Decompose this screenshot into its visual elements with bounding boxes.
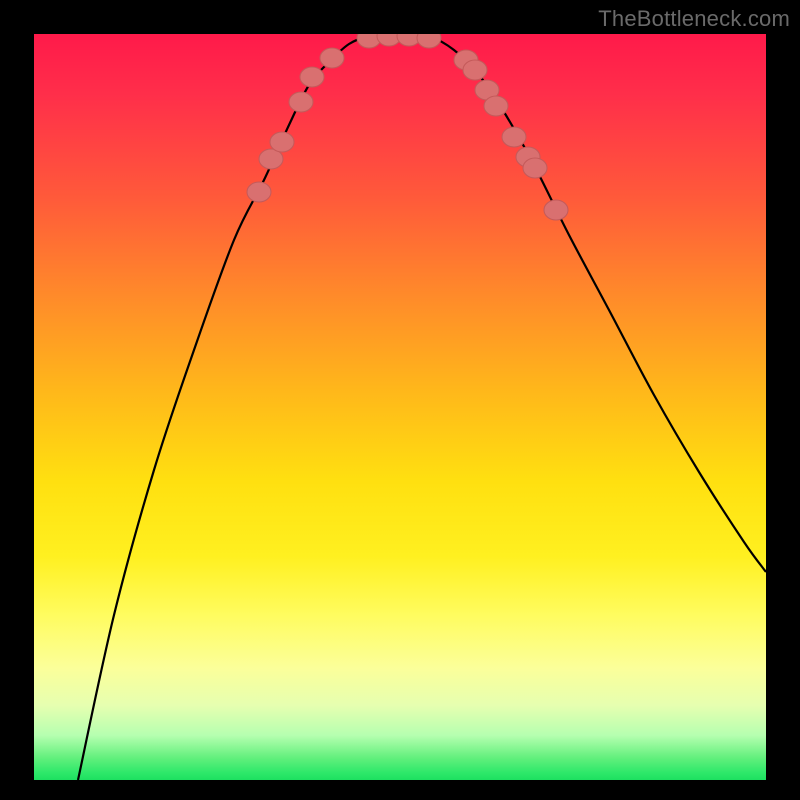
curve-markers (247, 34, 568, 220)
curve-marker (523, 158, 547, 178)
watermark-text: TheBottleneck.com (598, 6, 790, 32)
plot-area (34, 34, 766, 780)
chart-svg (34, 34, 766, 780)
chart-frame: TheBottleneck.com (0, 0, 800, 800)
curve-marker (417, 34, 441, 48)
curve-marker (300, 67, 324, 87)
curve-marker (320, 48, 344, 68)
curve-marker (544, 200, 568, 220)
bottleneck-curve (78, 34, 766, 780)
curve-marker (502, 127, 526, 147)
curve-marker (247, 182, 271, 202)
curve-marker (270, 132, 294, 152)
curve-marker (289, 92, 313, 112)
curve-marker (463, 60, 487, 80)
curve-marker (484, 96, 508, 116)
